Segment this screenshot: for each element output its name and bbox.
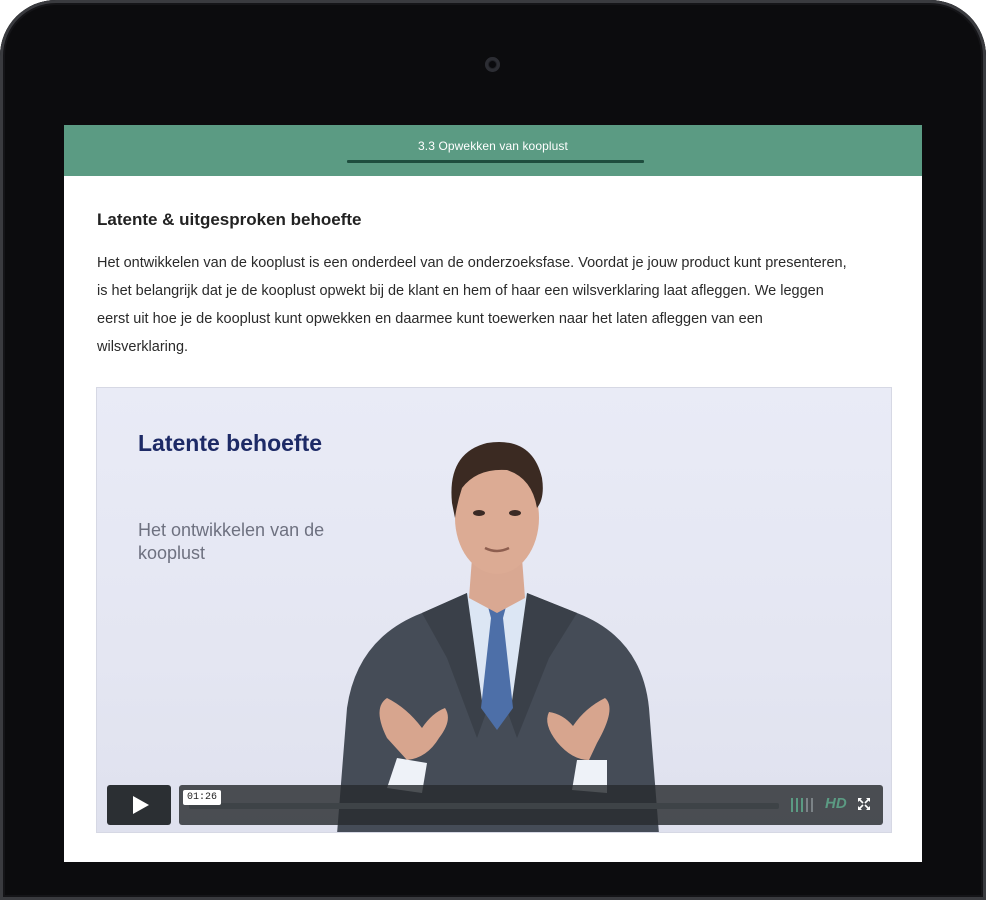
lesson-progress-bar bbox=[347, 160, 644, 163]
current-time: 01:26 bbox=[183, 790, 222, 805]
video-controls: 01:26 HD bbox=[107, 785, 883, 825]
play-icon bbox=[133, 796, 149, 814]
intro-paragraph: Het ontwikkelen van de kooplust is een o… bbox=[97, 255, 847, 355]
control-bar: 01:26 HD bbox=[179, 785, 883, 825]
front-camera bbox=[485, 57, 500, 72]
lesson-title: 3.3 Opwekken van kooplust bbox=[418, 139, 568, 153]
hd-toggle[interactable]: HD bbox=[825, 795, 847, 812]
lesson-progress-fill bbox=[347, 160, 644, 163]
volume-icon[interactable] bbox=[791, 798, 817, 812]
tablet-frame: 3.3 Opwekken van kooplust Latente & uitg… bbox=[0, 0, 986, 900]
section-heading: Latente & uitgesproken behoefte bbox=[97, 210, 362, 229]
fullscreen-icon[interactable] bbox=[857, 797, 871, 811]
play-button[interactable] bbox=[107, 785, 171, 825]
video-player[interactable]: Latente behoefte Het ontwikkelen van de … bbox=[96, 387, 892, 833]
app-screen: 3.3 Opwekken van kooplust Latente & uitg… bbox=[64, 125, 922, 862]
seek-bar[interactable]: 01:26 bbox=[183, 790, 779, 809]
slide-subtitle: Het ontwikkelen van de kooplust bbox=[138, 520, 325, 563]
presenter-image bbox=[337, 442, 659, 832]
lesson-header: 3.3 Opwekken van kooplust bbox=[64, 125, 922, 176]
slide-title: Latente behoefte bbox=[138, 430, 323, 456]
